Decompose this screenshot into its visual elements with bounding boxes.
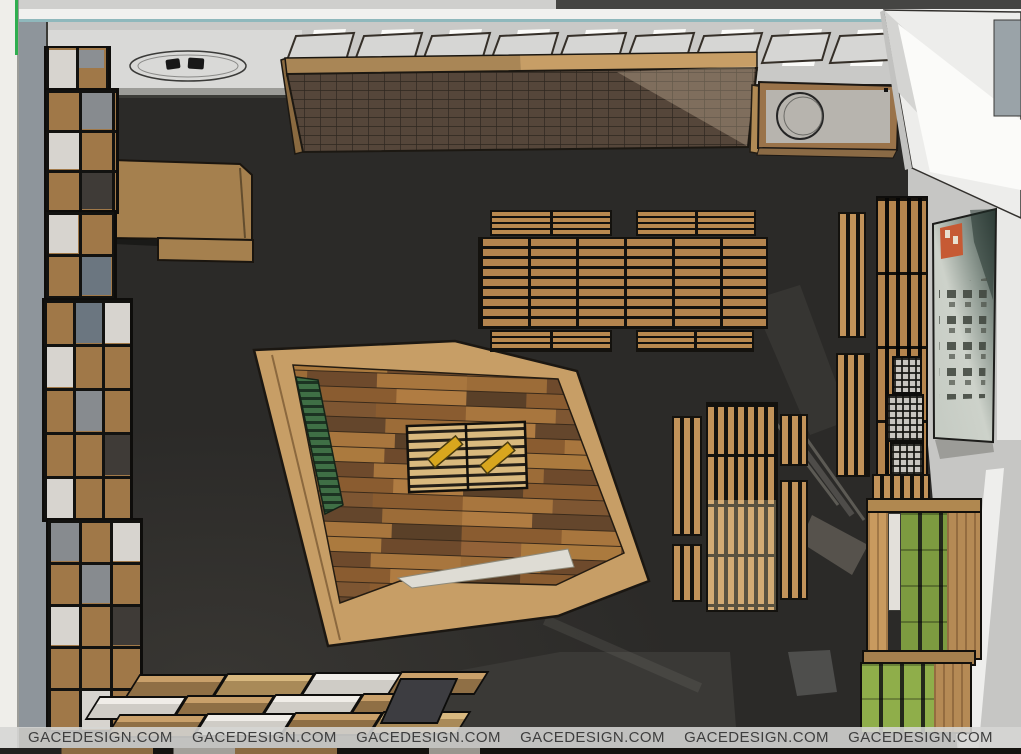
shelf-column-narrow-1 xyxy=(838,212,866,338)
wire-basket xyxy=(892,356,922,394)
green-lockers-upper xyxy=(866,498,982,660)
basin-icon xyxy=(777,93,823,139)
locker-side-panel xyxy=(947,513,980,658)
wall-shelving-left-3 xyxy=(42,298,133,522)
locker-side-panel xyxy=(934,664,970,732)
bench-bottom-right xyxy=(636,330,754,352)
poster-board xyxy=(933,209,996,459)
wall-shelving-left-2 xyxy=(44,210,117,302)
bench-vertical-left-2 xyxy=(672,544,702,602)
locker-green-cells xyxy=(862,664,934,732)
watermark-text: GACEDESIGN.COM xyxy=(28,729,173,746)
left-green-trim xyxy=(15,0,18,55)
shelf-column-narrow-2 xyxy=(836,353,870,477)
green-lockers-lower xyxy=(860,662,972,734)
bench-top-left xyxy=(490,210,612,236)
watermark-text: GACEDESIGN.COM xyxy=(848,729,993,746)
top-white-band xyxy=(0,9,1021,19)
wall-shelving-left-1 xyxy=(44,88,119,214)
interior-render: GACEDESIGN.COM GACEDESIGN.COM GACEDESIGN… xyxy=(0,0,1021,754)
locker-white-cell xyxy=(888,513,901,611)
watermark-band: GACEDESIGN.COM GACEDESIGN.COM GACEDESIGN… xyxy=(0,727,1021,748)
washbasin-unit xyxy=(750,82,899,158)
reading-table-large xyxy=(478,237,768,329)
bench-vertical-right-2 xyxy=(780,480,808,600)
reception-desk xyxy=(113,160,253,262)
locker-left-wood xyxy=(868,513,888,658)
bottom-edge-strip xyxy=(0,748,1021,754)
bench-vertical-left-1 xyxy=(672,416,702,536)
watermark-text: GACEDESIGN.COM xyxy=(520,729,665,746)
top-wall-band-left xyxy=(0,0,556,9)
table-light-patch xyxy=(708,500,776,610)
watermark-text: GACEDESIGN.COM xyxy=(684,729,829,746)
shelf-column-wide xyxy=(876,196,928,498)
locker-top-band xyxy=(868,500,980,513)
wire-basket xyxy=(886,394,924,442)
bench-vertical-right-1 xyxy=(780,414,808,466)
watermark-text: GACEDESIGN.COM xyxy=(192,729,337,746)
bench-bottom-left xyxy=(490,330,612,352)
watermark-text: GACEDESIGN.COM xyxy=(356,729,501,746)
reading-table-vertical xyxy=(706,402,778,612)
top-wall-band-right xyxy=(556,0,1021,9)
left-wall-strip xyxy=(0,0,19,754)
bench-top-right xyxy=(636,210,756,236)
locker-green-cells xyxy=(901,513,947,658)
